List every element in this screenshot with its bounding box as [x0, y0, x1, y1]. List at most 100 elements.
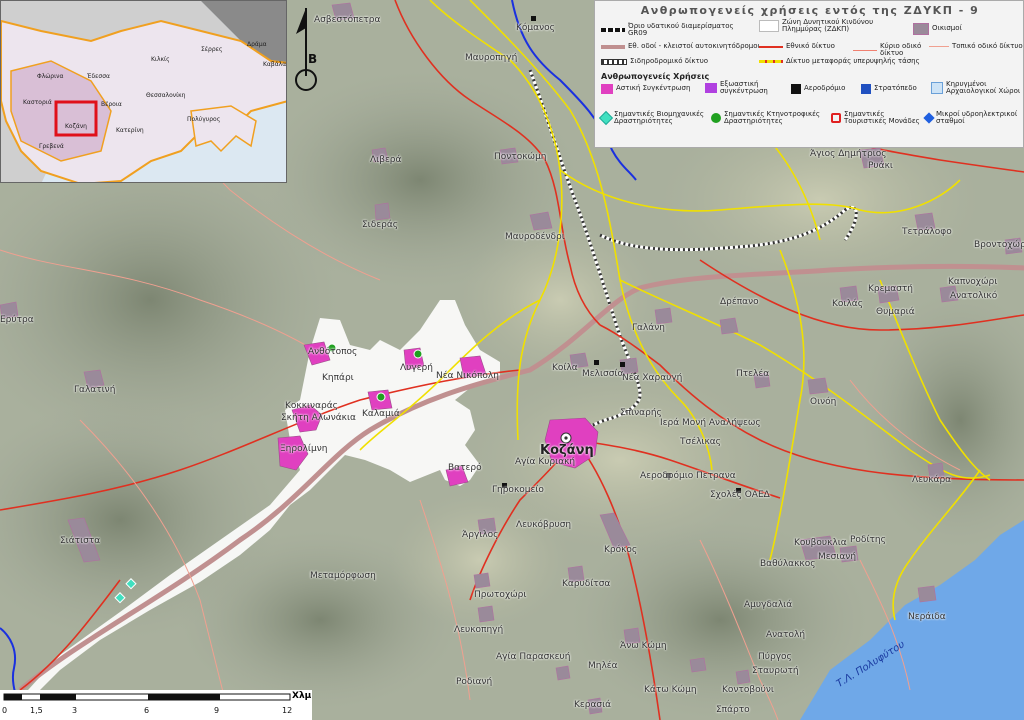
place-label: Ερύτρα — [0, 315, 34, 325]
legend-title: Ανθρωπογενείς χρήσεις εντός της ΖΔΥΚΠ - … — [640, 4, 980, 17]
legend-label: Σημαντικές Τουριστικές Μονάδες — [844, 110, 920, 126]
inset-label: Κιλκίς — [151, 56, 170, 63]
legend-item-archaeological: Κηρυγμένοι Αρχαιολογικοί Χώροι — [931, 80, 1023, 96]
north-arrow-icon — [295, 8, 317, 91]
legend-label: Σιδηροδρομικό δίκτυο — [630, 57, 709, 65]
legend-item-motorway: Εθ. οδοί - κλειστοί αυτοκινητόδρομοι — [601, 42, 761, 50]
place-label: Λευκοπηγή — [454, 625, 504, 635]
north-letter: B — [308, 52, 318, 66]
place-label: Μεσιανή — [818, 552, 857, 562]
place-label: Ανατολικό — [950, 291, 998, 301]
settlement-icon — [913, 23, 929, 35]
legend-label: Μικροί υδροηλεκτρικοί σταθμοί — [936, 110, 1018, 126]
legend-label: Σημαντικές Βιομηχανικές Δραστηριότητες — [614, 110, 704, 126]
legend-label: Στρατόπεδο — [874, 84, 917, 93]
place-label: Ανατολή — [766, 630, 806, 640]
legend-subtitle: Ανθρωπογενείς Χρήσεις — [601, 72, 710, 81]
inset-label: Κατερίνη — [116, 127, 144, 134]
place-label: Μεταμόρφωση — [310, 571, 376, 581]
inset-label: Βέροια — [101, 101, 122, 108]
place-label: Τετράλοφο — [902, 227, 952, 237]
legend-label: Οικισμοί — [932, 24, 962, 33]
place-label: Κοντοβούνι — [722, 685, 774, 695]
place-label: Σιδεράς — [362, 220, 399, 230]
place-label: Αγία Κυριακή — [515, 457, 576, 467]
place-label: Τσέλικας — [680, 437, 721, 447]
high-voltage-icon — [759, 60, 783, 64]
legend-label: Εξωαστική συγκέντρωση — [720, 80, 768, 96]
place-label: Μηλέα — [588, 661, 618, 671]
place-label: Ανθότοπος — [308, 347, 358, 357]
extra-urban-icon — [705, 83, 717, 94]
place-label: Πετρανα — [696, 471, 736, 481]
legend-label: Εθ. οδοί - κλειστοί αυτοκινητόδρομοι — [628, 42, 760, 50]
inset-map[interactable]: Δράμα Σέρρες Καβάλα Κιλκίς Φλώρινα Έδεσσ… — [0, 0, 287, 183]
place-label: Δρέπανο — [720, 297, 759, 307]
kozani-capital-dot — [564, 436, 568, 440]
inset-label: Καβάλα — [263, 61, 287, 68]
hydro-icon — [923, 112, 935, 125]
legend-item-urban: Αστική Συγκέντρωση — [601, 84, 701, 94]
place-label-city: Κοζάνη — [540, 443, 594, 458]
main-road-icon — [853, 49, 877, 51]
north-arrow: B — [292, 4, 330, 96]
map-legend: Ανθρωπογενείς χρήσεις εντός της ΖΔΥΚΠ - … — [594, 0, 1024, 148]
legend-label: Τοπικό οδικό δίκτυο — [952, 42, 1023, 50]
legend-item-airport: Αεροδρόμιο — [791, 84, 861, 94]
place-label: Ξηρολίμνη — [280, 444, 328, 454]
place-label: Κοκκιναράς — [285, 401, 338, 411]
basin-boundary-icon — [601, 28, 625, 33]
inset-label: Φλώρινα — [37, 73, 64, 80]
place-label: Ροδιανή — [456, 677, 493, 687]
place-label: Κοίλα — [552, 363, 578, 373]
place-label: Σπάρτο — [716, 705, 750, 715]
place-label: Σιάτιστα — [60, 536, 101, 546]
legend-item-industrial: Σημαντικές Βιομηχανικές Δραστηριότητες — [598, 110, 711, 126]
place-label: Θυμαριά — [876, 307, 915, 317]
legend-item-national: Εθνικό δίκτυο — [759, 42, 849, 50]
legend-label: Σημαντικές Κτηνοτροφικές Δραστηριότητες — [724, 110, 821, 126]
scale-bar-graphic — [3, 693, 291, 701]
place-label: Πτελέα — [736, 369, 770, 379]
place-label: Νέα Νικόπολη — [436, 371, 499, 381]
legend-label: Εθνικό δίκτυο — [786, 42, 835, 50]
local-road-icon — [929, 46, 949, 48]
scale-tick: 12 — [282, 706, 293, 715]
legend-label: Κηρυγμένοι Αρχαιολογικοί Χώροι — [946, 80, 1021, 96]
place-label: Ποντοκώμη — [494, 152, 547, 162]
place-label: Νεράιδα — [908, 612, 946, 622]
place-label: Ιερά Μονή Αναλήψεως — [660, 418, 761, 428]
place-label: Καπνοχώρι — [948, 277, 998, 287]
legend-item-flood: Ζώνη Δυνητικού Κινδύνου Πλημμύρας (ΖΔΚΠ) — [759, 18, 909, 34]
place-label: Οινόη — [810, 397, 837, 407]
legend-item-railway: Σιδηροδρομικό δίκτυο — [601, 57, 751, 65]
airport-icon — [791, 84, 801, 94]
inset-map-graphic — [1, 1, 286, 182]
legend-label: Όριο υδατικού διαμερίσματος GR09 — [628, 22, 734, 38]
legend-item-basin: Όριο υδατικού διαμερίσματος GR09 — [601, 22, 751, 38]
legend-item-hydro: Μικροί υδροηλεκτρικοί σταθμοί — [923, 110, 1023, 126]
place-label: Κερασιά — [574, 700, 612, 710]
place-label: Γαλατινή — [74, 385, 116, 395]
place-label: Μαυροδένδρι — [505, 232, 565, 242]
inset-label: Πολύγυρος — [187, 116, 221, 123]
place-label: Γαλάνη — [632, 323, 665, 333]
motorway-icon — [601, 44, 625, 49]
place-label: Αμυγδαλιά — [744, 600, 793, 610]
urban-icon — [601, 84, 613, 94]
archaeological-icon — [931, 82, 943, 95]
legend-label: Αστική Συγκέντρωση — [616, 84, 691, 93]
place-label: Σχολές ΟΑΕΔ — [710, 490, 770, 500]
place-label: Κόμανος — [516, 23, 555, 33]
place-label: Αγία Παρασκευή — [496, 652, 571, 662]
place-label: Κουβουκλια — [794, 538, 847, 548]
scale-tick: 1,5 — [30, 706, 43, 715]
place-label: Κηπάρι — [322, 373, 354, 383]
scale-bar: 0 1,5 3 6 9 12 Χλμ — [0, 690, 312, 720]
place-label: Λιβερά — [370, 155, 402, 165]
legend-item-local-road: Τοπικό οδικό δίκτυο — [929, 42, 1024, 50]
military-icon — [861, 84, 871, 94]
place-label: Ροδίτης — [850, 535, 886, 545]
legend-item-settlements: Οικισμοί — [913, 23, 1023, 35]
place-label: Βατερό — [448, 463, 482, 473]
